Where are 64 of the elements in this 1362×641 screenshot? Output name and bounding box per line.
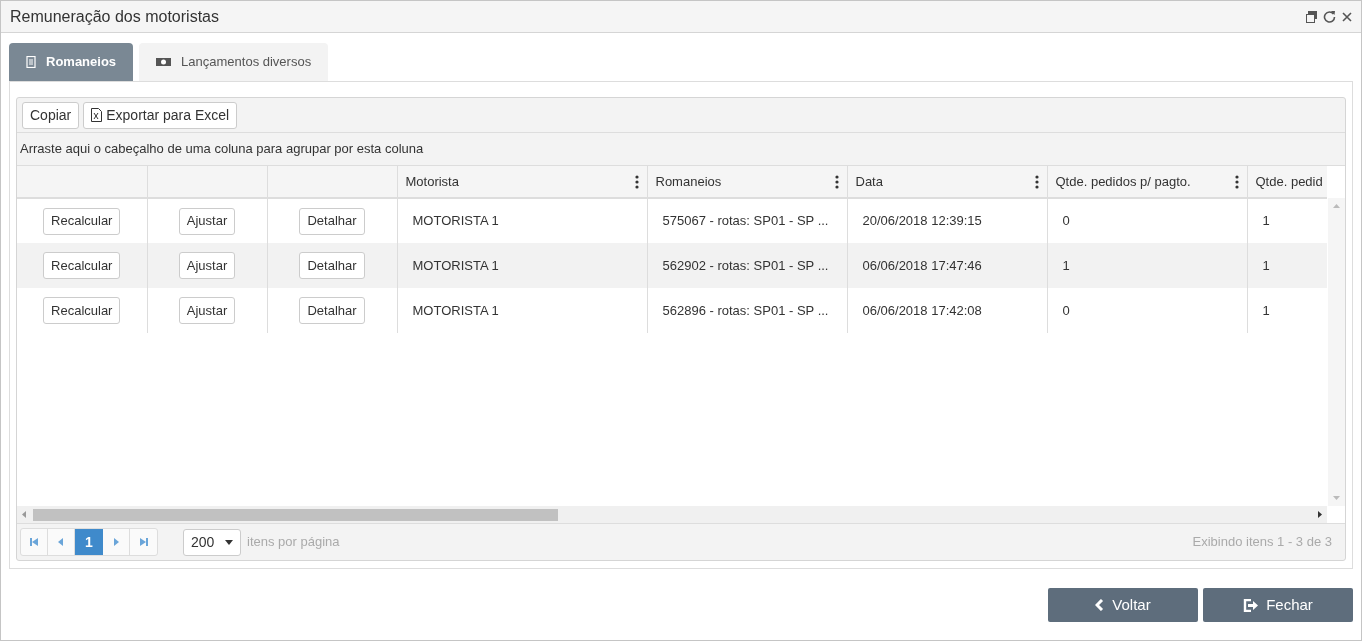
table-cell: MOTORISTA 1 (412, 302, 499, 318)
table-cell: 1 (1262, 257, 1270, 273)
column-menu-icon[interactable] (1234, 174, 1239, 189)
column-header[interactable]: Data (855, 171, 883, 192)
back-button[interactable]: Voltar (1048, 588, 1198, 622)
scroll-up-arrow-icon[interactable] (1333, 204, 1340, 208)
restore-icon[interactable] (1306, 10, 1317, 23)
column-menu-icon[interactable] (1034, 174, 1039, 189)
table-cell: 575067 - rotas: SP01 - SP ... (662, 213, 829, 229)
table-cell: 20/06/2018 12:39:15 (862, 213, 982, 229)
table-cell: 562896 - rotas: SP01 - SP ... (662, 302, 829, 318)
recalculate-button[interactable]: Recalcular (43, 207, 121, 235)
close-icon[interactable] (1342, 11, 1352, 22)
page-size-dropdown[interactable]: 200 (183, 528, 241, 556)
table-cell: 0 (1062, 302, 1070, 318)
column-header[interactable]: Romaneios (655, 171, 722, 192)
tab[interactable]: Romaneios (9, 43, 134, 81)
vertical-scrollbar[interactable] (1328, 198, 1345, 506)
pager-arrow-icon (57, 538, 65, 546)
table-cell: 06/06/2018 17:42:08 (862, 302, 982, 318)
scroll-right-arrow-icon[interactable] (1318, 511, 1322, 518)
pager-arrow-icon (30, 538, 38, 546)
exit-icon (1243, 598, 1259, 612)
horizontal-scrollbar[interactable] (17, 506, 1327, 523)
recalculate-button[interactable]: Recalcular (43, 252, 121, 279)
table-cell: 1 (1062, 257, 1070, 273)
pager-summary: Exibindo itens 1 - 3 de 3 (1192, 533, 1332, 552)
copy-button[interactable]: Copiar (22, 101, 80, 129)
refresh-icon[interactable] (1323, 10, 1336, 23)
chevron-left-icon (1095, 599, 1105, 611)
pager-arrow-icon (112, 538, 120, 546)
table-cell: MOTORISTA 1 (412, 213, 499, 229)
column-header[interactable]: Qtde. pedidos p/ pagto. (1055, 171, 1191, 192)
scroll-down-arrow-icon[interactable] (1333, 496, 1340, 500)
document-icon (26, 56, 36, 68)
column-header[interactable]: Qtde. pedid (1255, 171, 1323, 192)
details-button[interactable]: Detalhar (299, 207, 365, 235)
page-size-label: itens por página (247, 533, 340, 552)
banknote-icon (156, 57, 172, 67)
table-cell: 1 (1262, 302, 1270, 318)
details-button[interactable]: Detalhar (299, 297, 365, 324)
scroll-left-arrow-icon[interactable] (22, 511, 26, 518)
adjust-button[interactable]: Ajustar (178, 297, 236, 324)
export-excel-button[interactable]: Exportar para Excel (83, 101, 238, 129)
adjust-button[interactable]: Ajustar (178, 252, 236, 279)
caret-icon (225, 539, 233, 545)
column-menu-icon[interactable] (834, 174, 839, 189)
tab[interactable]: Lançamentos diversos (139, 43, 329, 81)
table-cell: 562902 - rotas: SP01 - SP ... (662, 257, 829, 273)
adjust-button[interactable]: Ajustar (178, 207, 236, 235)
details-button[interactable]: Detalhar (299, 252, 365, 279)
recalculate-button[interactable]: Recalcular (43, 297, 121, 324)
close-button[interactable]: Fechar (1203, 588, 1353, 622)
pager-arrow-icon (139, 538, 148, 546)
column-header[interactable]: Motorista (405, 171, 459, 192)
table-cell: 06/06/2018 17:47:46 (862, 257, 982, 273)
table-cell: 0 (1062, 213, 1070, 229)
page-button[interactable]: 1 (75, 529, 103, 555)
window-title: Remuneração dos motoristas (10, 6, 219, 27)
table-cell: MOTORISTA 1 (412, 257, 499, 273)
table-cell: 1 (1262, 213, 1270, 229)
column-menu-icon[interactable] (634, 174, 639, 189)
group-hint: Arraste aqui o cabeçalho de uma coluna para agrupar por esta coluna (20, 140, 424, 159)
excel-file-icon (91, 108, 103, 122)
